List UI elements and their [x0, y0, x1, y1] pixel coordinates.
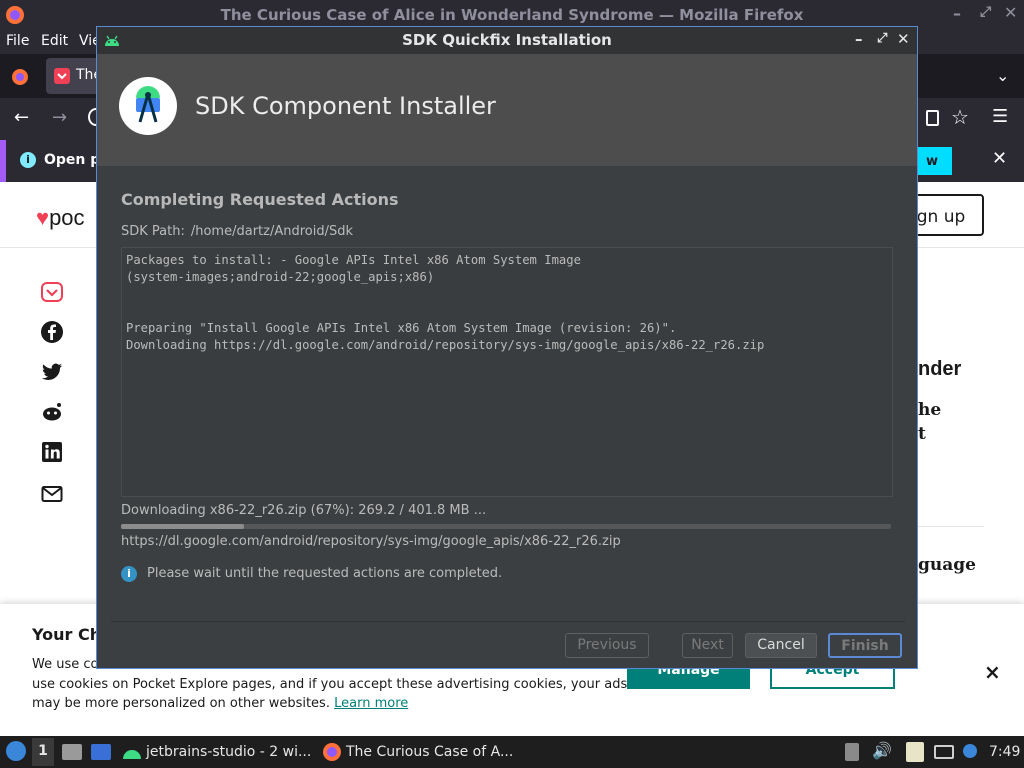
android-studio-logo: [119, 77, 177, 135]
show-desktop-icon[interactable]: [91, 744, 111, 760]
taskbar: 1 jetbrains-studio - 2 wi... The Curious…: [0, 736, 1024, 768]
progress-fill: [121, 524, 245, 529]
consent-text-line: may be more personalized on other websit…: [32, 696, 408, 711]
learn-more-link[interactable]: Learn more: [334, 696, 408, 711]
close-icon[interactable]: ✕: [1004, 3, 1017, 22]
android-studio-icon: [136, 86, 160, 123]
info-message: Please wait until the requested actions …: [147, 566, 503, 581]
reader-view-icon[interactable]: [926, 110, 939, 126]
consent-text-line: We use co: [32, 657, 99, 672]
volume-icon[interactable]: 🔊: [872, 741, 892, 760]
previous-button[interactable]: Previous: [565, 633, 649, 658]
article-fragment: he: [918, 400, 942, 420]
twitter-icon[interactable]: [40, 360, 64, 384]
firefox-task-icon: [323, 743, 341, 761]
article-divider: [918, 526, 984, 527]
menu-file[interactable]: File: [6, 33, 29, 49]
task-jetbrains-studio[interactable]: jetbrains-studio - 2 wi...: [146, 744, 311, 760]
sdk-path-row: SDK Path: /home/dartz/Android/Sdk: [121, 224, 353, 239]
maximize-icon[interactable]: ⤢: [980, 4, 991, 20]
header-title: SDK Component Installer: [195, 92, 496, 120]
pocket-icon: [54, 68, 70, 84]
cancel-button[interactable]: Cancel: [745, 633, 817, 658]
minimize-icon[interactable]: –: [953, 4, 961, 23]
footer-divider: [111, 621, 905, 622]
consent-close-icon[interactable]: ×: [984, 660, 1001, 684]
network-icon[interactable]: [934, 745, 954, 759]
bookmark-star-icon[interactable]: ☆: [951, 105, 969, 129]
consent-title: Your Ch: [32, 625, 102, 644]
clipboard-icon[interactable]: [906, 742, 924, 762]
clock[interactable]: 7:49: [989, 744, 1020, 760]
progress-url: https://dl.google.com/android/repository…: [121, 534, 621, 549]
info-icon: i: [121, 566, 137, 582]
reddit-icon[interactable]: [40, 400, 64, 424]
section-title: Completing Requested Actions: [121, 190, 399, 209]
progress-label: Downloading x86-22_r26.zip (67%): 269.2 …: [121, 503, 487, 518]
file-manager-icon[interactable]: [62, 744, 82, 760]
back-icon[interactable]: ←: [14, 107, 29, 128]
workspace-switcher[interactable]: 1: [32, 738, 54, 766]
dialog-maximize-icon[interactable]: ⤢: [877, 31, 887, 46]
dialog-titlebar: SDK Quickfix Installation – ⤢ ✕: [97, 27, 917, 54]
start-menu-icon[interactable]: [6, 741, 26, 761]
notification-text: Open p: [44, 152, 101, 168]
menu-edit[interactable]: Edit: [41, 33, 68, 49]
pocket-logo-icon: ♥: [36, 205, 50, 230]
sdk-quickfix-dialog: SDK Quickfix Installation – ⤢ ✕ SDK Comp…: [96, 26, 918, 669]
android-studio-task-icon: [123, 750, 141, 759]
save-to-pocket-icon[interactable]: [40, 280, 64, 304]
consent-text: may be more personalized on other websit…: [32, 696, 330, 711]
install-log[interactable]: Packages to install: - Google APIs Intel…: [121, 247, 893, 497]
finish-button[interactable]: Finish: [828, 633, 902, 658]
pocket-logo[interactable]: ♥poc: [36, 205, 85, 231]
notification-tray-icon[interactable]: [963, 744, 977, 758]
sdk-path-value: /home/dartz/Android/Sdk: [190, 224, 354, 239]
article-fragment: guage: [918, 555, 976, 575]
article-fragment: nder: [918, 358, 962, 380]
facebook-icon[interactable]: [40, 320, 64, 344]
notification-close-icon[interactable]: ✕: [992, 148, 1007, 169]
firefox-window-title: The Curious Case of Alice in Wonderland …: [220, 6, 804, 24]
notification-action-button[interactable]: w: [916, 147, 952, 175]
sdk-path-label: SDK Path:: [121, 224, 185, 239]
email-icon[interactable]: [40, 482, 64, 506]
article-fragment: t: [918, 424, 926, 444]
forward-icon[interactable]: →: [52, 107, 67, 128]
next-button[interactable]: Next: [682, 633, 733, 658]
linkedin-icon[interactable]: [40, 440, 64, 464]
info-icon: i: [20, 152, 36, 168]
list-tabs-icon[interactable]: ⌄: [996, 66, 1009, 85]
removable-media-icon[interactable]: [845, 743, 859, 761]
dialog-title: SDK Quickfix Installation: [402, 31, 612, 49]
dialog-header: SDK Component Installer: [97, 54, 917, 166]
dialog-minimize-icon[interactable]: –: [855, 30, 863, 48]
dialog-close-icon[interactable]: ✕: [897, 30, 910, 48]
consent-text-line: use cookies on Pocket Explore pages, and…: [32, 677, 628, 692]
firefox-view-icon[interactable]: [11, 68, 29, 86]
menu-hamburger-icon[interactable]: ☰: [992, 106, 1008, 127]
task-firefox[interactable]: The Curious Case of A...: [346, 744, 513, 760]
progress-bar: [121, 524, 891, 529]
